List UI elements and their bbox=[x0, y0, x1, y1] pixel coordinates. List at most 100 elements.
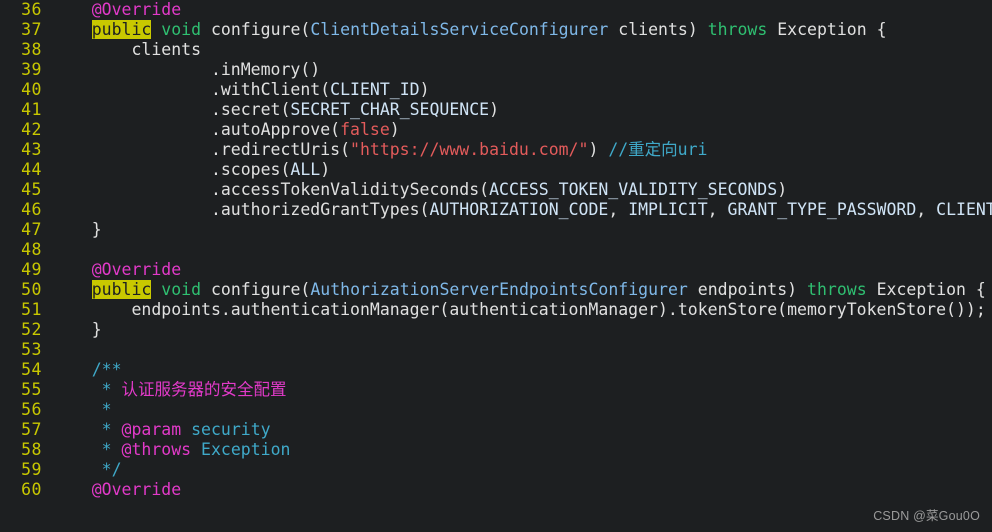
line-number: 37 bbox=[21, 20, 42, 39]
line-content: * bbox=[52, 400, 992, 420]
code-token: .secret( bbox=[52, 100, 291, 119]
code-token: */ bbox=[101, 460, 122, 479]
code-token: ) bbox=[389, 120, 400, 139]
code-line[interactable]: 56 * bbox=[0, 400, 992, 420]
code-line[interactable]: 46 .authorizedGrantTypes(AUTHORIZATION_C… bbox=[0, 200, 992, 220]
code-line[interactable]: 44 .scopes(ALL) bbox=[0, 160, 992, 180]
code-line[interactable]: 36 @Override bbox=[0, 0, 992, 20]
code-token: AuthorizationServerEndpointsConfigurer bbox=[310, 280, 688, 299]
line-content: .authorizedGrantTypes(AUTHORIZATION_CODE… bbox=[52, 200, 992, 220]
code-token: .autoApprove( bbox=[52, 120, 341, 139]
code-line[interactable]: 50 public void configure(AuthorizationSe… bbox=[0, 280, 992, 300]
code-token: AUTHORIZATION_CODE bbox=[429, 200, 609, 219]
code-token: } bbox=[52, 220, 102, 239]
code-line[interactable]: 39 .inMemory() bbox=[0, 60, 992, 80]
code-token: false bbox=[340, 120, 390, 139]
code-line[interactable]: 51 endpoints.authenticationManager(authe… bbox=[0, 300, 992, 320]
terminal-window: 36 @Override 37 public void configure(Cli… bbox=[0, 0, 992, 532]
code-token: clients bbox=[52, 40, 202, 59]
code-token: } bbox=[52, 320, 102, 339]
code-line[interactable]: 48 bbox=[0, 240, 992, 260]
line-number: 53 bbox=[21, 340, 42, 359]
code-line[interactable]: 52 } bbox=[0, 320, 992, 340]
line-content: */ bbox=[52, 460, 992, 480]
code-line[interactable]: 59 */ bbox=[0, 460, 992, 480]
code-token: throws bbox=[807, 280, 867, 299]
line-content bbox=[52, 340, 992, 360]
code-line[interactable]: 55 * 认证服务器的安全配置 bbox=[0, 380, 992, 400]
code-token: .withClient( bbox=[52, 80, 331, 99]
code-token: .scopes( bbox=[52, 160, 291, 179]
search-highlight-token: public bbox=[91, 280, 152, 299]
code-token: Exception { bbox=[767, 20, 887, 39]
line-number: 41 bbox=[21, 100, 42, 119]
line-content: .inMemory() bbox=[52, 60, 992, 80]
code-line[interactable]: 43 .redirectUris("https://www.baidu.com/… bbox=[0, 140, 992, 160]
line-content: .accessTokenValiditySeconds(ACCESS_TOKEN… bbox=[52, 180, 992, 200]
code-line[interactable]: 37 public void configure(ClientDetailsSe… bbox=[0, 20, 992, 40]
code-token: ) bbox=[777, 180, 788, 199]
line-content: @Override bbox=[52, 480, 992, 500]
code-line[interactable]: 40 .withClient(CLIENT_ID) bbox=[0, 80, 992, 100]
code-line[interactable]: 42 .autoApprove(false) bbox=[0, 120, 992, 140]
code-token: ACCESS_TOKEN_VALIDITY_SECONDS bbox=[489, 180, 778, 199]
code-line[interactable]: 58 * @throws Exception bbox=[0, 440, 992, 460]
code-token: ) bbox=[489, 100, 500, 119]
code-token: clients) bbox=[608, 20, 698, 39]
line-content: .withClient(CLIENT_ID) bbox=[52, 80, 992, 100]
line-number: 57 bbox=[21, 420, 42, 439]
code-token: ) bbox=[320, 160, 331, 179]
line-number: 51 bbox=[21, 300, 42, 319]
code-token: @throws bbox=[121, 440, 192, 459]
code-line[interactable]: 53 bbox=[0, 340, 992, 360]
line-number: 60 bbox=[21, 480, 42, 499]
line-number: 39 bbox=[21, 60, 42, 79]
code-token: throws bbox=[707, 20, 768, 39]
code-line[interactable]: 57 * @param security bbox=[0, 420, 992, 440]
code-token: * bbox=[101, 380, 112, 399]
code-editor-buffer[interactable]: 36 @Override 37 public void configure(Cli… bbox=[0, 0, 992, 499]
code-line[interactable]: 41 .secret(SECRET_CHAR_SEQUENCE) bbox=[0, 100, 992, 120]
search-highlight-token: public bbox=[91, 20, 152, 39]
code-line[interactable]: 49 @Override bbox=[0, 260, 992, 280]
code-token: * bbox=[101, 400, 112, 419]
line-content: * @param security bbox=[52, 420, 992, 440]
csdn-watermark: CSDN @菜Gou0O bbox=[873, 509, 980, 523]
line-number: 40 bbox=[21, 80, 42, 99]
code-token: configure( bbox=[210, 280, 311, 299]
line-content: * 认证服务器的安全配置 bbox=[52, 380, 992, 400]
code-line[interactable]: 38 clients bbox=[0, 40, 992, 60]
code-line[interactable]: 45 .accessTokenValiditySeconds(ACCESS_TO… bbox=[0, 180, 992, 200]
code-line[interactable]: 47 } bbox=[0, 220, 992, 240]
code-token: * bbox=[101, 420, 112, 439]
code-token: Exception { bbox=[866, 280, 986, 299]
line-number: 56 bbox=[21, 400, 42, 419]
line-number: 47 bbox=[21, 220, 42, 239]
line-number: 36 bbox=[21, 0, 42, 19]
line-content: .scopes(ALL) bbox=[52, 160, 992, 180]
code-token: ALL bbox=[290, 160, 321, 179]
code-token: /** bbox=[91, 360, 122, 379]
code-token: CLIENT_ID bbox=[330, 80, 420, 99]
line-content: } bbox=[52, 220, 992, 240]
code-line[interactable]: 60 @Override bbox=[0, 480, 992, 500]
line-number: 49 bbox=[21, 260, 42, 279]
code-token: SECRET_CHAR_SEQUENCE bbox=[290, 100, 490, 119]
code-token: , bbox=[608, 200, 629, 219]
code-token: @Override bbox=[91, 260, 182, 279]
code-token: security bbox=[191, 420, 271, 439]
code-token: .authorizedGrantTypes( bbox=[52, 200, 430, 219]
code-line[interactable]: 54 /** bbox=[0, 360, 992, 380]
line-number: 43 bbox=[21, 140, 42, 159]
line-content: /** bbox=[52, 360, 992, 380]
code-token: configure( bbox=[210, 20, 311, 39]
line-number: 55 bbox=[21, 380, 42, 399]
